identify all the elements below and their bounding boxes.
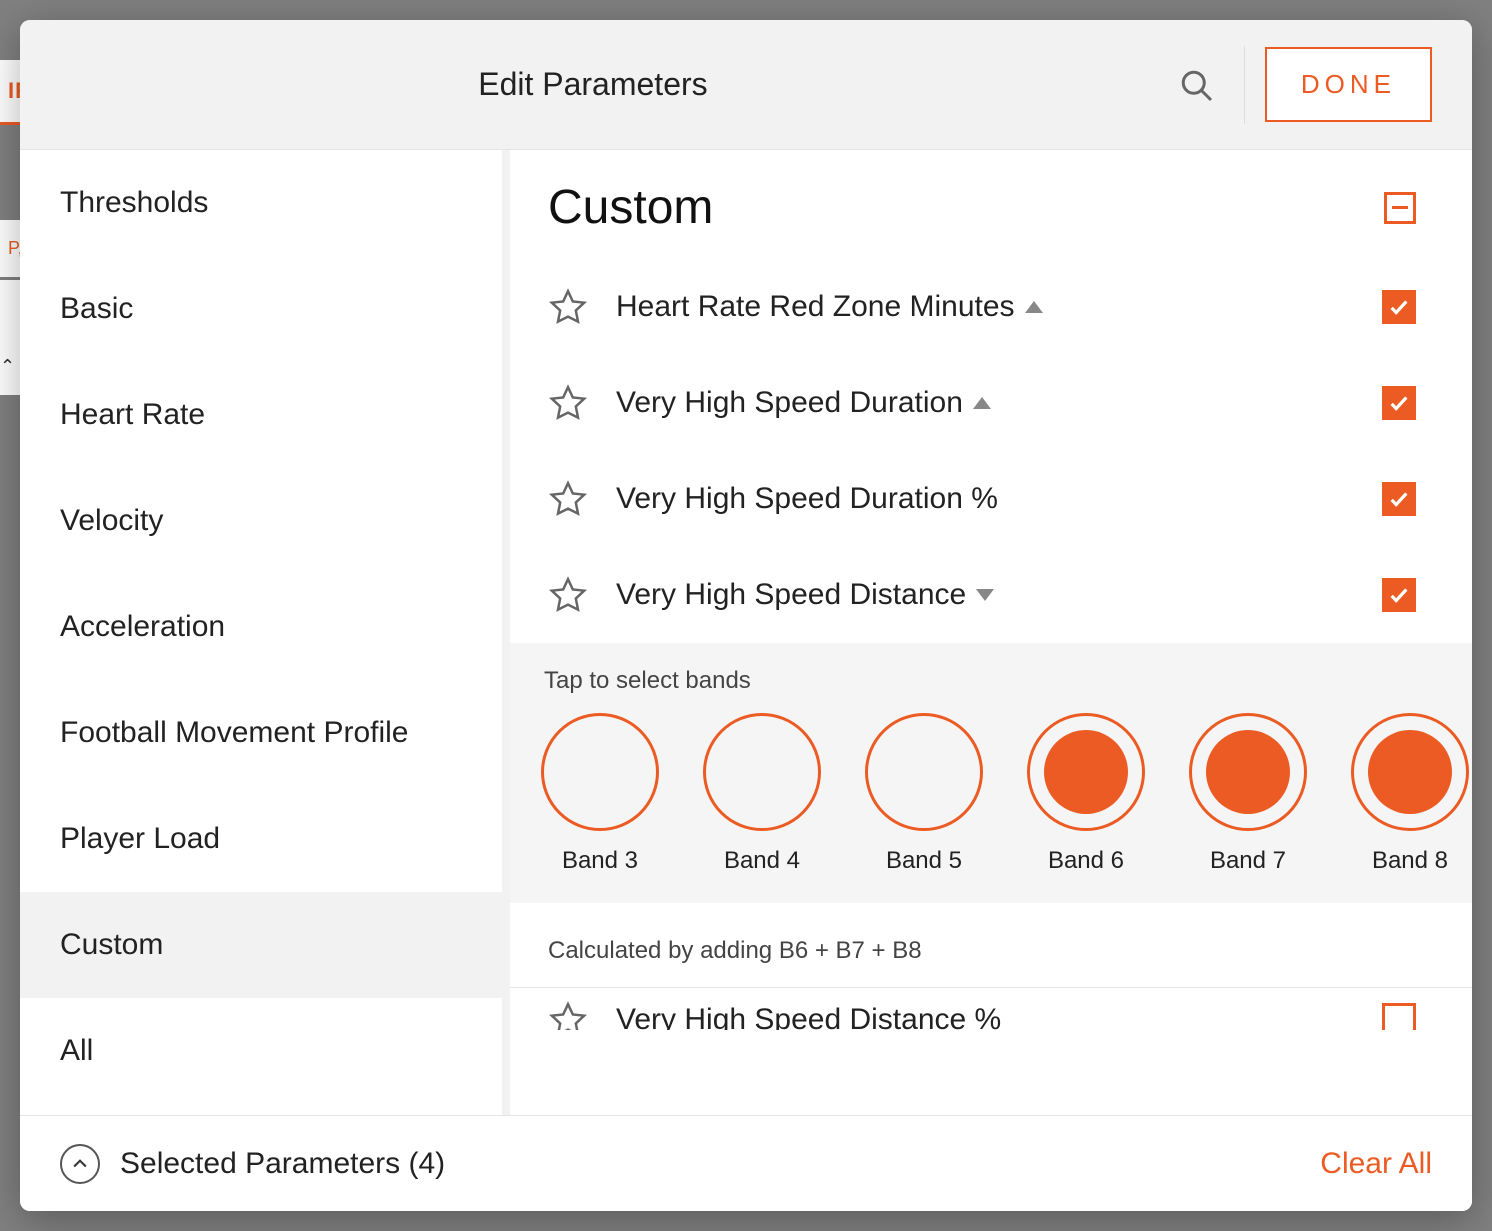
band-circle <box>541 713 659 831</box>
category-sidebar[interactable]: Thresholds Basic Heart Rate Velocity Acc… <box>20 150 510 1115</box>
selected-parameters-label: Selected Parameters (4) <box>120 1147 445 1181</box>
section-title: Custom <box>548 180 713 235</box>
parameter-label: Very High Speed Distance % <box>616 1003 1001 1030</box>
check-icon <box>1388 488 1410 510</box>
parameter-row[interactable]: Very High Speed Distance <box>510 547 1472 643</box>
parameter-row[interactable]: Very High Speed Duration % <box>510 451 1472 547</box>
sort-down-icon <box>976 589 994 601</box>
edit-parameters-modal: Edit Parameters DONE Thresholds Basic He… <box>20 20 1472 1211</box>
search-icon <box>1178 67 1214 103</box>
band-3[interactable]: Band 3 <box>540 713 660 875</box>
band-5[interactable]: Band 5 <box>864 713 984 875</box>
band-circle <box>865 713 983 831</box>
content-pane: Custom Heart Rate Red Zone Minutes Very … <box>510 150 1472 1115</box>
band-circle <box>1351 713 1469 831</box>
modal-header: Edit Parameters DONE <box>20 20 1472 150</box>
calculation-note: Calculated by adding B6 + B7 + B8 <box>510 909 1472 988</box>
favorite-star-button[interactable] <box>548 1000 588 1030</box>
chevron-up-icon <box>70 1154 90 1174</box>
star-icon <box>548 1000 588 1030</box>
parameter-label: Very High Speed Distance <box>616 578 966 612</box>
bands-hint: Tap to select bands <box>544 667 1472 695</box>
band-8[interactable]: Band 8 <box>1350 713 1470 875</box>
done-button[interactable]: DONE <box>1265 47 1432 122</box>
band-label: Band 5 <box>886 847 962 875</box>
band-circle <box>703 713 821 831</box>
search-button[interactable] <box>1166 55 1226 115</box>
band-label: Band 8 <box>1372 847 1448 875</box>
modal-body: Thresholds Basic Heart Rate Velocity Acc… <box>20 150 1472 1115</box>
footer-bar: Selected Parameters (4) Clear All <box>20 1115 1472 1211</box>
bands-row: Band 3 Band 4 Band 5 Band 6 Band 7 Band … <box>540 713 1472 875</box>
band-label: Band 3 <box>562 847 638 875</box>
sidebar-item-heart-rate[interactable]: Heart Rate <box>20 362 502 468</box>
parameter-checkbox[interactable] <box>1382 578 1416 612</box>
sidebar-item-velocity[interactable]: Velocity <box>20 468 502 574</box>
sort-up-icon <box>973 397 991 409</box>
sidebar-item-basic[interactable]: Basic <box>20 256 502 362</box>
band-circle <box>1189 713 1307 831</box>
parameter-label: Very High Speed Duration <box>616 386 963 420</box>
parameter-checkbox[interactable] <box>1382 386 1416 420</box>
sidebar-item-all[interactable]: All <box>20 998 502 1104</box>
band-label: Band 6 <box>1048 847 1124 875</box>
parameter-row[interactable]: Very High Speed Duration <box>510 355 1472 451</box>
band-circle <box>1027 713 1145 831</box>
clear-all-button[interactable]: Clear All <box>1320 1147 1432 1181</box>
modal-title: Edit Parameters <box>20 66 1166 103</box>
parameter-label: Heart Rate Red Zone Minutes <box>616 290 1015 324</box>
star-icon <box>548 383 588 423</box>
favorite-star-button[interactable] <box>548 575 588 615</box>
star-icon <box>548 575 588 615</box>
check-icon <box>1388 296 1410 318</box>
band-label: Band 7 <box>1210 847 1286 875</box>
band-6[interactable]: Band 6 <box>1026 713 1146 875</box>
sidebar-item-custom[interactable]: Custom <box>20 892 502 998</box>
section-header: Custom <box>510 150 1472 259</box>
check-icon <box>1388 584 1410 606</box>
collapse-section-button[interactable] <box>1384 192 1416 224</box>
sidebar-item-player-load[interactable]: Player Load <box>20 786 502 892</box>
band-7[interactable]: Band 7 <box>1188 713 1308 875</box>
band-4[interactable]: Band 4 <box>702 713 822 875</box>
parameter-checkbox[interactable] <box>1382 482 1416 516</box>
favorite-star-button[interactable] <box>548 479 588 519</box>
sidebar-item-acceleration[interactable]: Acceleration <box>20 574 502 680</box>
sidebar-item-thresholds[interactable]: Thresholds <box>20 150 502 256</box>
parameter-row[interactable]: Heart Rate Red Zone Minutes <box>510 259 1472 355</box>
star-icon <box>548 479 588 519</box>
parameter-checkbox[interactable] <box>1382 1003 1416 1030</box>
expand-selected-button[interactable] <box>60 1144 100 1184</box>
check-icon <box>1388 392 1410 414</box>
favorite-star-button[interactable] <box>548 383 588 423</box>
header-divider <box>1244 46 1245 124</box>
sort-up-icon <box>1025 301 1043 313</box>
parameter-checkbox[interactable] <box>1382 290 1416 324</box>
bands-panel: Tap to select bands Band 3 Band 4 Band 5… <box>510 643 1472 903</box>
star-icon <box>548 287 588 327</box>
favorite-star-button[interactable] <box>548 287 588 327</box>
sidebar-item-football-movement-profile[interactable]: Football Movement Profile <box>20 680 502 786</box>
band-label: Band 4 <box>724 847 800 875</box>
minus-icon <box>1392 206 1408 209</box>
parameter-label: Very High Speed Duration % <box>616 482 998 516</box>
parameter-row-partial[interactable]: Very High Speed Distance % <box>510 988 1472 1030</box>
